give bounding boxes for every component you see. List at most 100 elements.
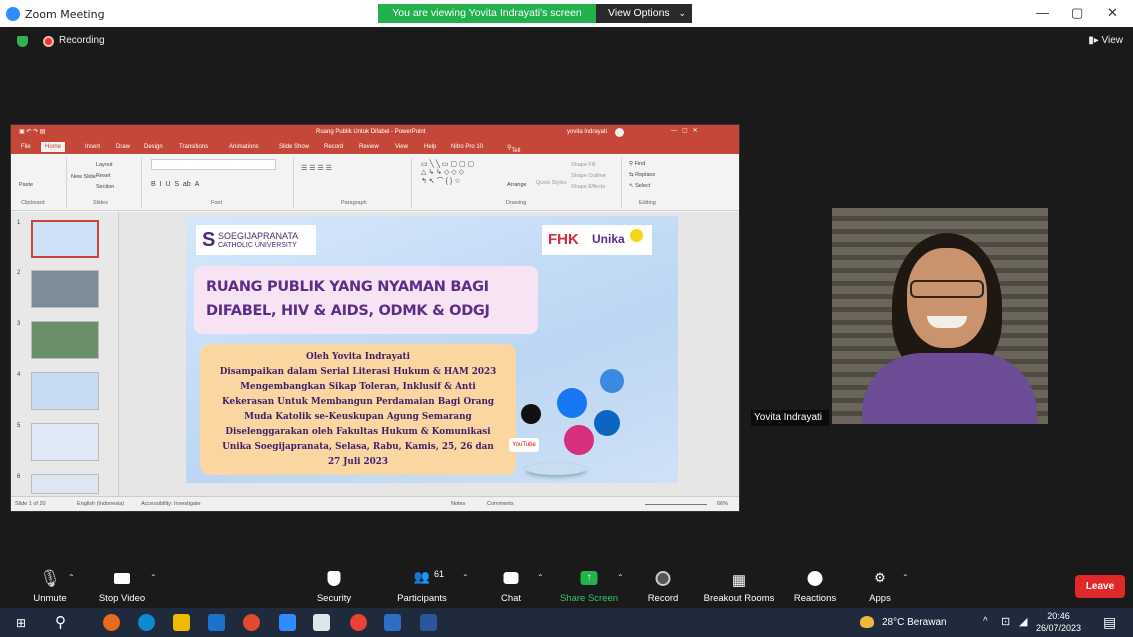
share-options-chevron[interactable]: ⌃ [617, 573, 624, 582]
participants-button[interactable]: 👥 61 Participants [388, 563, 456, 608]
file-explorer-icon[interactable] [173, 614, 190, 631]
tab-slide-show[interactable]: Slide Show [279, 144, 309, 150]
new-slide-button[interactable]: New Slide [71, 174, 96, 180]
group-paragraph: Paragraph [341, 200, 367, 206]
shape-effects-button[interactable]: Shape Effects [571, 184, 605, 190]
audio-options-chevron[interactable]: ⌃ [68, 573, 75, 582]
layout-button[interactable]: Layout [96, 162, 113, 168]
quick-styles-button[interactable]: Quick Styles [536, 180, 567, 186]
tab-design[interactable]: Design [144, 144, 163, 150]
tray-chevron-icon[interactable]: ^ [983, 616, 988, 627]
shield-icon[interactable] [17, 36, 28, 47]
video-camera-icon [114, 573, 130, 584]
fhk-unika-logo: FHK Unika [542, 225, 652, 255]
network-icon[interactable]: ⊡ [1001, 615, 1010, 628]
ribbon-divider [621, 158, 622, 208]
mail-icon[interactable] [208, 614, 225, 631]
slide-thumbnail[interactable] [31, 423, 99, 461]
store-icon[interactable] [313, 614, 330, 631]
weather-icon [860, 616, 874, 628]
tell-me-search[interactable]: ⚲ Tell me what you want to do [507, 144, 524, 190]
unmute-button[interactable]: 🎙 Unmute [22, 563, 78, 608]
notes-button[interactable]: Notes [451, 501, 465, 507]
slide-thumbnail[interactable] [31, 321, 99, 359]
tab-nitro[interactable]: Nitro Pro 10 [451, 144, 483, 150]
share-screen-button[interactable]: ↑ Share Screen [556, 563, 622, 608]
word-icon[interactable] [420, 614, 437, 631]
soegijapranata-logo: S SOEGIJAPRANATA CATHOLIC UNIVERSITY [196, 225, 316, 255]
tab-record[interactable]: Record [324, 144, 343, 150]
breakout-rooms-button[interactable]: ▦ Breakout Rooms [700, 563, 778, 608]
select-button[interactable]: ↖ Select [629, 183, 650, 189]
video-options-chevron[interactable]: ⌃ [150, 573, 157, 582]
shape-fill-button[interactable]: Shape Fill [571, 162, 595, 168]
record-button[interactable]: Record [640, 563, 686, 608]
zoom-taskbar-icon[interactable] [279, 614, 296, 631]
slide-number: 5 [17, 423, 21, 429]
tab-view[interactable]: View [395, 144, 408, 150]
slide-thumbnail[interactable] [31, 372, 99, 410]
close-button[interactable]: ✕ [1107, 5, 1118, 21]
photos-icon[interactable] [384, 614, 401, 631]
tab-transitions[interactable]: Transitions [179, 144, 208, 150]
volume-icon[interactable]: ◢ [1019, 615, 1027, 628]
minimize-button[interactable]: — [1036, 5, 1049, 20]
replace-button[interactable]: ⇆ Replace [629, 172, 655, 178]
slide-thumbnail[interactable] [31, 270, 99, 308]
user-name: yovita indrayati [567, 129, 608, 135]
tab-insert[interactable]: Insert [85, 144, 100, 150]
tab-review[interactable]: Review [359, 144, 379, 150]
system-clock[interactable]: 20:46 26/07/2023 [1036, 610, 1081, 634]
presenter-video[interactable] [832, 208, 1048, 424]
paste-button[interactable]: Paste [19, 182, 33, 188]
edge-icon[interactable] [138, 614, 155, 631]
view-button[interactable]: ▮▸ View [1088, 35, 1123, 46]
comments-button[interactable]: Comments [487, 501, 514, 507]
font-format-buttons[interactable]: B I U S ab A [151, 181, 199, 188]
tab-animations[interactable]: Animations [229, 144, 259, 150]
find-button[interactable]: ⚲ Find [629, 161, 645, 167]
zoom-slider[interactable] [645, 504, 707, 505]
clock-date: 26/07/2023 [1036, 623, 1082, 633]
powerpoint-status-bar: Slide 1 of 20 English (Indonesia) Access… [11, 496, 739, 511]
tab-file[interactable]: File [21, 144, 31, 150]
tab-help[interactable]: Help [424, 144, 436, 150]
language-status[interactable]: English (Indonesia) [77, 501, 124, 507]
shape-outline-button[interactable]: Shape Outline [571, 173, 606, 179]
chrome-icon[interactable] [243, 614, 260, 631]
security-button[interactable]: Security [306, 563, 362, 608]
chat-options-chevron[interactable]: ⌃ [537, 573, 544, 582]
tab-home[interactable]: Home [41, 142, 66, 152]
slide-thumbnail[interactable] [31, 474, 99, 494]
app-icon[interactable] [103, 614, 120, 631]
slide-thumbnail[interactable] [31, 220, 99, 258]
notifications-icon[interactable]: ▤ [1103, 614, 1116, 631]
accessibility-status[interactable]: Accessibility: Investigate [141, 501, 201, 507]
apps-options-chevron[interactable]: ⌃ [902, 573, 909, 582]
reset-button[interactable]: Reset [96, 173, 110, 179]
section-button[interactable]: Section [96, 184, 114, 190]
maximize-button[interactable]: ▢ [1071, 5, 1083, 21]
current-slide[interactable]: S SOEGIJAPRANATA CATHOLIC UNIVERSITY FHK… [186, 216, 678, 483]
view-options-label: View Options [608, 7, 670, 19]
leave-button[interactable]: Leave [1075, 575, 1125, 598]
participants-options-chevron[interactable]: ⌃ [462, 573, 469, 582]
slide-thumbnail-pane[interactable]: 1 2 3 4 5 6 [11, 212, 119, 496]
view-options-button[interactable]: View Options ⌄ [596, 4, 692, 23]
presenter-name-label: Yovita Indrayati [751, 410, 829, 426]
shapes-gallery[interactable]: ▭ ╲ ╲ ▭ ▢ ▢ ▢ △ ↳ ↳ ◇ ◇ ◇ ↰ ↖ ⌒ { } ☆ [421, 160, 474, 186]
reactions-button[interactable]: Reactions [789, 563, 841, 608]
windows-start-icon[interactable]: ⊞ [16, 616, 26, 630]
arrange-button[interactable]: Arrange [507, 182, 527, 188]
chat-button[interactable]: Chat [490, 563, 532, 608]
zoom-level[interactable]: 66% [717, 501, 728, 507]
shared-screen[interactable]: ▣ ↶ ↷ ▤ Ruang Publik Untuk Difabel - Pow… [10, 124, 740, 512]
tab-draw[interactable]: Draw [116, 144, 130, 150]
paragraph-buttons[interactable]: ☰ ☰ ☰ ☰ [301, 164, 332, 172]
apps-button[interactable]: ⚙ Apps [860, 563, 900, 608]
participants-label: Participants [397, 593, 447, 604]
stop-video-button[interactable]: Stop Video [92, 563, 152, 608]
search-icon[interactable]: ⚲ [55, 613, 66, 631]
font-name-select[interactable] [151, 159, 276, 170]
chrome-profile-icon[interactable] [350, 614, 367, 631]
